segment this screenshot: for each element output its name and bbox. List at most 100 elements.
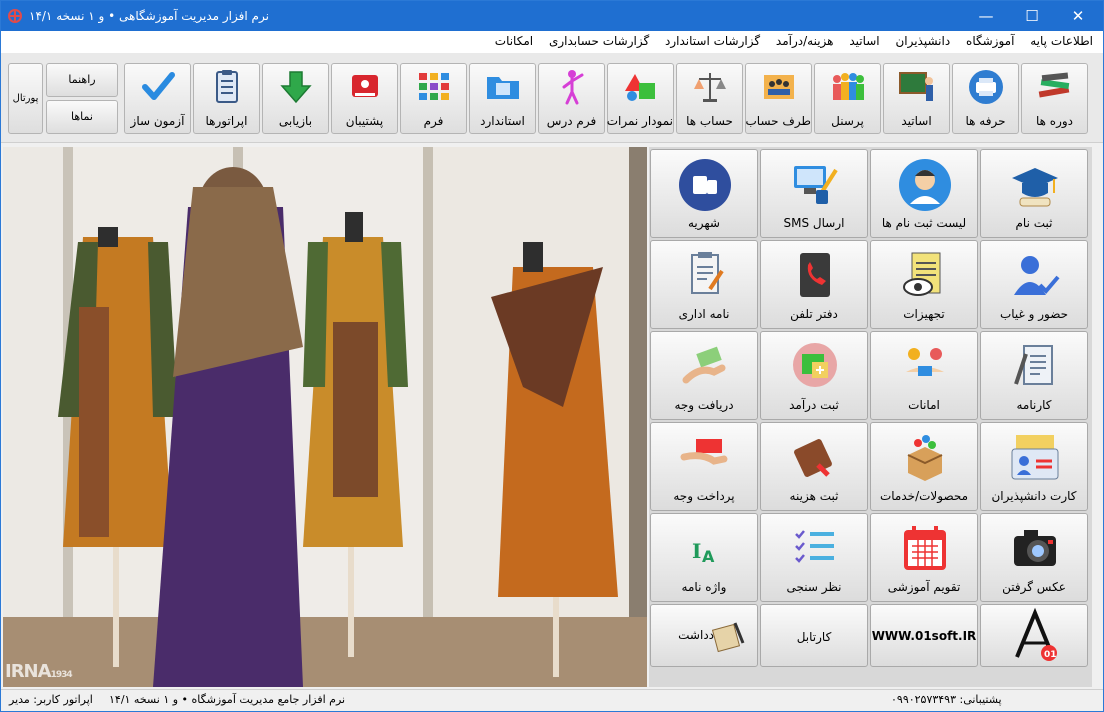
survey-checklist-icon [795, 530, 834, 563]
official-letter-button[interactable]: نامه اداری [650, 240, 758, 329]
toolbar-professions-button[interactable]: حرفه ها [952, 63, 1019, 134]
fashion-mannequins-image [3, 147, 647, 687]
equipment-button[interactable]: تجهیزات [870, 240, 978, 329]
maximize-button[interactable]: ☐ [1009, 1, 1055, 31]
toolbar-grade-chart-button[interactable]: نمودار نمرات [607, 63, 674, 134]
close-button[interactable]: ✕ [1055, 1, 1101, 31]
status-support-phone: پشتیبانی: ۰۹۹۰۲۵۷۳۴۹۳ [891, 693, 1002, 706]
survey-button[interactable]: نظر سنجی [760, 513, 868, 602]
website-link[interactable]: WWW.01soft.IR [871, 629, 977, 643]
toolbar-label: پشتیبان [345, 114, 384, 128]
menu-bar: اطلاعات پایه آموزشگاه دانشپذیران اساتید … [1, 31, 1103, 53]
status-bar: اپراتور کاربر: مدیر نرم افزار جامع مدیری… [1, 689, 1103, 711]
exam-builder-check-icon [142, 72, 175, 100]
camera-icon [1014, 530, 1056, 566]
views-button[interactable]: نماها [46, 100, 118, 134]
toolbar-counterparty-button[interactable]: طرف حساب [745, 63, 812, 134]
portal-button[interactable]: پورتال [8, 63, 43, 134]
lesson-form-presenter-icon [562, 70, 584, 105]
menu-item-base-info[interactable]: اطلاعات پایه [1024, 31, 1099, 53]
products-services-button[interactable]: محصولات/خدمات [870, 422, 978, 511]
toolbar-teachers-button[interactable]: اساتید [883, 63, 950, 134]
make-payment-button[interactable]: پرداخت وجه [650, 422, 758, 511]
toolbar-label: طرف حساب [745, 114, 811, 128]
toolbar-label: حرفه ها [965, 114, 1006, 128]
toolbar-label: اساتید [901, 114, 932, 128]
dictionary-font-icon: IA [692, 539, 715, 566]
grid-label: کارنامه [1016, 398, 1052, 412]
toolbar-lesson-form-button[interactable]: فرم درس [538, 63, 605, 134]
counterparty-meeting-icon [764, 75, 794, 99]
courses-books-icon [1038, 72, 1070, 98]
academic-calendar-button[interactable]: تقویم آموزشی [870, 513, 978, 602]
academic-calendar-icon [904, 526, 946, 570]
toolbar: پورتال راهنما نماها آزمون ساز اپراتورها … [1, 53, 1103, 143]
grid-label: واژه نامه [681, 580, 727, 594]
svg-text:I: I [692, 539, 701, 563]
registration-list-button[interactable]: لیست ثبت نام ها [870, 149, 978, 238]
grid-label: تجهیزات [903, 307, 945, 321]
grid-label: ارسال SMS [783, 216, 845, 230]
toolbar-operators-button[interactable]: اپراتورها [193, 63, 260, 134]
toolbar-personnel-button[interactable]: پرسنل [814, 63, 881, 134]
menu-item-teachers[interactable]: اساتید [843, 31, 885, 53]
loans-exchange-icon [906, 348, 944, 376]
grid-label: محصولات/خدمات [879, 489, 969, 503]
report-card-button[interactable]: کارنامه [980, 331, 1088, 420]
accounts-scale-icon [694, 73, 726, 102]
note-button[interactable]: یادداشت [650, 604, 758, 667]
toolbar-restore-button[interactable]: بازیابی [262, 63, 329, 134]
phone-book-button[interactable]: دفتر تلفن [760, 240, 868, 329]
registration-button[interactable]: ثبت نام [980, 149, 1088, 238]
restore-green-arrow-icon [280, 71, 312, 104]
menu-item-standard-reports[interactable]: گزارشات استاندارد [659, 31, 766, 53]
record-expense-button[interactable]: ثبت هزینه [760, 422, 868, 511]
toolbar-courses-button[interactable]: دوره ها [1021, 63, 1088, 134]
menu-item-cost-income[interactable]: هزینه/درآمد [770, 31, 840, 53]
toolbar-exam-builder-button[interactable]: آزمون ساز [124, 63, 191, 134]
grid-label: دریافت وجه [674, 398, 734, 412]
official-letter-icon [691, 252, 724, 294]
grid-label: شهریه [688, 216, 720, 230]
toolbar-label: حساب ها [686, 114, 733, 128]
take-photo-button[interactable]: عکس گرفتن [980, 513, 1088, 602]
website-button[interactable]: WWW.01soft.IR [870, 604, 978, 667]
title-bar[interactable]: نرم افزار مدیریت آموزشگاهی • و ۱ نسخه ۱۴… [1, 1, 1103, 31]
grid-label: ثبت نام [1015, 216, 1053, 230]
toolbar-standard-button[interactable]: استاندارد [469, 63, 536, 134]
help-button[interactable]: راهنما [46, 63, 118, 97]
app-window: نرم افزار مدیریت آموزشگاهی • و ۱ نسخه ۱۴… [0, 0, 1104, 712]
toolbar-form-button[interactable]: فرم [400, 63, 467, 134]
grid-label: عکس گرفتن [1002, 580, 1066, 594]
minimize-button[interactable]: — [963, 1, 1009, 31]
menu-item-accounting-reports[interactable]: گزارشات حسابداری [543, 31, 655, 53]
app-logo-icon [8, 9, 22, 23]
send-sms-button[interactable]: ارسال SMS [760, 149, 868, 238]
toolbar-label: نمودار نمرات [606, 114, 673, 128]
grid-label: نامه اداری [678, 307, 730, 321]
loans-button[interactable]: امانات [870, 331, 978, 420]
toolbar-backup-button[interactable]: پشتیبان [331, 63, 398, 134]
receive-payment-icon [682, 346, 726, 384]
tuition-cash-hand-icon [679, 159, 731, 211]
student-card-button[interactable]: کارت دانشپذیران [980, 422, 1088, 511]
make-payment-hand-icon [680, 439, 728, 465]
tuition-button[interactable]: شهریه [650, 149, 758, 238]
registration-list-person-icon [899, 159, 951, 211]
standard-folder-icon [487, 77, 519, 99]
menu-item-students[interactable]: دانشپذیران [889, 31, 956, 53]
window-title: نرم افزار مدیریت آموزشگاهی • و ۱ نسخه ۱۴… [29, 9, 269, 23]
receive-payment-button[interactable]: دریافت وجه [650, 331, 758, 420]
logo-button[interactable]: 01 [980, 604, 1088, 667]
toolbar-accounts-button[interactable]: حساب ها [676, 63, 743, 134]
menu-item-institute[interactable]: آموزشگاه [960, 31, 1020, 53]
grid-label: ثبت درآمد [789, 398, 839, 412]
dictionary-button[interactable]: IA واژه نامه [650, 513, 758, 602]
grid-label: تقویم آموزشی [887, 580, 961, 594]
menu-item-features[interactable]: امکانات [489, 31, 539, 53]
phone-book-icon [800, 253, 830, 297]
toolbar-label: استاندارد [480, 114, 525, 128]
cartable-button[interactable]: کارتابل [760, 604, 868, 667]
attendance-button[interactable]: حضور و غیاب [980, 240, 1088, 329]
record-income-button[interactable]: ثبت درآمد [760, 331, 868, 420]
